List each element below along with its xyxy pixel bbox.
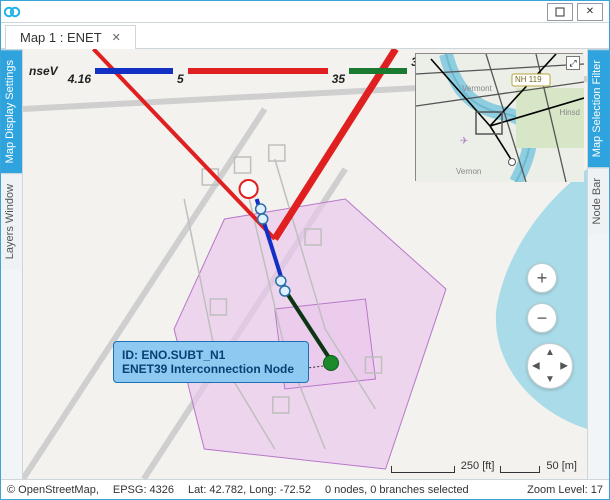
main-area: Map Display Settings Layers Window [1,49,609,479]
tab-close-icon[interactable]: ✕ [112,31,121,44]
svg-text:✈: ✈ [460,136,468,147]
scale-ft-label: 250 [ft] [461,460,495,472]
legend-left-text: nseV [29,64,58,78]
status-attribution: © OpenStreetMap, [7,484,99,496]
legend-tick-2: 5 [177,72,184,86]
minimap-expand-icon[interactable]: ⤢ [566,56,580,70]
status-zoom-level: Zoom Level: 17 [527,484,603,496]
minimap[interactable]: ✈ NH 119 Vermont Hinsd Vernon ⤢ [415,53,583,181]
chevron-down-icon: ▼ [545,374,555,385]
selected-node-marker[interactable] [323,355,339,371]
zoom-controls: + − ▲ ▼ ▶ ◀ [527,263,573,389]
scale-m-label: 50 [m] [546,460,577,472]
titlebar: ✕ [1,1,609,23]
legend-bar-green [349,68,407,74]
left-side-tabs: Map Display Settings Layers Window [1,49,23,479]
chevron-right-icon: ▶ [560,361,568,372]
tooltip-id-line: ID: ENO.SUBT_N1 [122,348,300,362]
zoom-out-button[interactable]: − [527,303,557,333]
tab-map1[interactable]: Map 1 : ENET ✕ [5,25,136,49]
node-info-tooltip: ID: ENO.SUBT_N1 ENET39 Interconnection N… [113,341,309,383]
sidetab-node-bar[interactable]: Node Bar [588,167,609,234]
pan-control[interactable]: ▲ ▼ ▶ ◀ [527,343,573,389]
sidetab-map-selection-filter[interactable]: Map Selection Filter [588,49,609,167]
scale-bar: 250 [ft] 50 [m] [391,461,577,473]
scale-seg-m [500,466,540,473]
map-canvas[interactable]: nseV 4.16 5 35 345 [kV] [23,49,587,479]
tab-bar: Map 1 : ENET ✕ [1,23,609,49]
restore-button[interactable] [547,3,573,21]
app-window: ✕ Map 1 : ENET ✕ Map Display Settings La… [0,0,610,500]
chevron-left-icon: ◀ [532,361,540,372]
scale-seg-ft [391,466,455,473]
legend-bar-red [188,68,328,74]
legend-bar-blue [95,68,173,74]
voltage-legend: nseV 4.16 5 35 345 [kV] [29,55,464,87]
minimap-place-vermont: Vermont [462,84,492,93]
status-bar: © OpenStreetMap, EPSG: 4326 Lat: 42.782,… [1,479,609,499]
status-latlong: Lat: 42.782, Long: -72.52 [188,484,311,496]
right-side-tabs: Map Selection Filter Node Bar [587,49,609,479]
sidetab-layers-window[interactable]: Layers Window [1,173,22,269]
minimap-road-label: NH 119 [515,75,542,84]
minimap-place-hinsdale: Hinsd [560,108,580,117]
zoom-in-button[interactable]: + [527,263,557,293]
close-button[interactable]: ✕ [577,3,603,21]
status-selection: 0 nodes, 0 branches selected [325,484,469,496]
tooltip-desc-line: ENET39 Interconnection Node [122,362,300,376]
legend-tick-3: 35 [332,72,345,86]
tab-label: Map 1 : ENET [20,30,102,45]
sidetab-map-display-settings[interactable]: Map Display Settings [1,49,22,173]
app-logo-icon [1,1,23,23]
minimap-svg: ✈ [416,54,584,182]
chevron-up-icon: ▲ [545,347,555,358]
status-epsg: EPSG: 4326 [113,484,174,496]
legend-tick-1: 4.16 [68,72,91,86]
minimap-place-vernon: Vernon [456,167,481,176]
